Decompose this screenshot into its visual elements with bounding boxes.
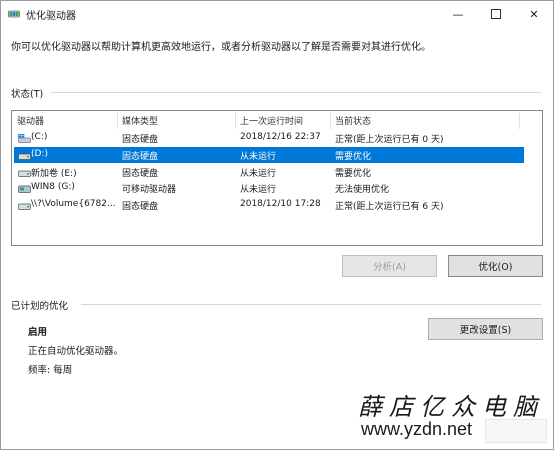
last-run-time: 从未运行 (240, 152, 277, 162)
title-bar: 优化驱动器 — ✕ (1, 1, 553, 27)
close-dialog-button[interactable] (485, 419, 547, 443)
last-run-time: 从未运行 (240, 169, 277, 179)
col-header-media[interactable]: 媒体类型 (122, 114, 158, 127)
close-icon: ✕ (529, 7, 539, 21)
col-header-last-run[interactable]: 上一次运行时间 (240, 114, 303, 127)
drive-row[interactable]: 新加卷 (E:) 固态硬盘 从未运行 需要优化 (14, 164, 524, 180)
defrag-app-icon (8, 10, 20, 18)
drive-row[interactable]: \\?\Volume{6782... 固态硬盘 2018/12/10 17:28… (14, 197, 524, 213)
media-type: 可移动驱动器 (122, 185, 177, 195)
scheduled-frequency: 频率: 每周 (28, 365, 73, 376)
col-header-drive[interactable]: 驱动器 (17, 114, 44, 127)
scheduled-divider (81, 304, 541, 305)
current-status: 正常(距上次运行已有 6 天) (335, 202, 444, 212)
drive-icon (18, 153, 31, 160)
description-text: 你可以优化驱动器以帮助计算机更高效地运行，或者分析驱动器以了解是否需要对其进行优… (11, 42, 431, 53)
change-settings-button[interactable]: 更改设置(S) (428, 318, 543, 340)
minimize-icon: — (452, 7, 464, 21)
watermark-text: 薛店亿众电脑 (358, 393, 544, 421)
last-run-time: 2018/12/10 17:28 (240, 199, 321, 209)
current-status: 需要优化 (335, 169, 372, 179)
drive-row[interactable]: WIN8 (G:) 可移动驱动器 从未运行 无法使用优化 (14, 180, 524, 196)
drives-list[interactable]: 驱动器 媒体类型 上一次运行时间 当前状态 (C:) 固态硬盘 2018/12/… (11, 110, 543, 246)
media-type: 固态硬盘 (122, 202, 159, 212)
drive-icon (18, 170, 31, 177)
col-separator[interactable] (330, 113, 331, 129)
current-status: 正常(距上次运行已有 0 天) (335, 135, 444, 145)
scheduled-section-label: 已计划的优化 (11, 301, 69, 312)
scheduled-info: 正在自动优化驱动器。 (28, 346, 124, 357)
minimize-button[interactable]: — (439, 1, 477, 27)
analyze-button[interactable]: 分析(A) (342, 255, 437, 277)
watermark-url: www.yzdn.net (361, 419, 473, 439)
media-type: 固态硬盘 (122, 169, 159, 179)
drive-name: \\?\Volume{6782... (31, 199, 116, 209)
maximize-button[interactable] (477, 1, 515, 27)
optimize-drives-window: 优化驱动器 — ✕ 你可以优化驱动器以帮助计算机更高效地运行，或者分析驱动器以了… (0, 0, 554, 450)
drive-name: (C:) (31, 132, 48, 142)
col-separator[interactable] (519, 113, 520, 129)
last-run-time: 从未运行 (240, 185, 277, 195)
media-type: 固态硬盘 (122, 152, 159, 162)
media-type: 固态硬盘 (122, 135, 159, 145)
window-title: 优化驱动器 (26, 11, 76, 22)
drive-name: 新加卷 (E:) (31, 169, 77, 179)
drive-row[interactable]: (C:) 固态硬盘 2018/12/16 22:37 正常(距上次运行已有 0 … (14, 130, 524, 146)
maximize-icon (491, 9, 501, 19)
removable-drive-icon (18, 185, 31, 193)
optimize-button[interactable]: 优化(O) (448, 255, 543, 277)
status-divider (51, 92, 541, 93)
drive-row-selected[interactable]: (D:) 固态硬盘 从未运行 需要优化 (14, 147, 524, 163)
drive-name: WIN8 (G:) (31, 182, 75, 192)
drive-name: (D:) (31, 149, 48, 159)
col-separator[interactable] (117, 113, 118, 129)
col-header-status[interactable]: 当前状态 (335, 114, 371, 127)
close-button[interactable]: ✕ (515, 1, 553, 27)
current-status: 无法使用优化 (335, 185, 390, 195)
windows-drive-icon (18, 134, 31, 143)
col-separator[interactable] (235, 113, 236, 129)
scheduled-state: 启用 (28, 327, 48, 338)
status-section-label: 状态(T) (11, 89, 44, 100)
last-run-time: 2018/12/16 22:37 (240, 132, 321, 142)
current-status: 需要优化 (335, 152, 372, 162)
drive-icon (18, 203, 31, 210)
